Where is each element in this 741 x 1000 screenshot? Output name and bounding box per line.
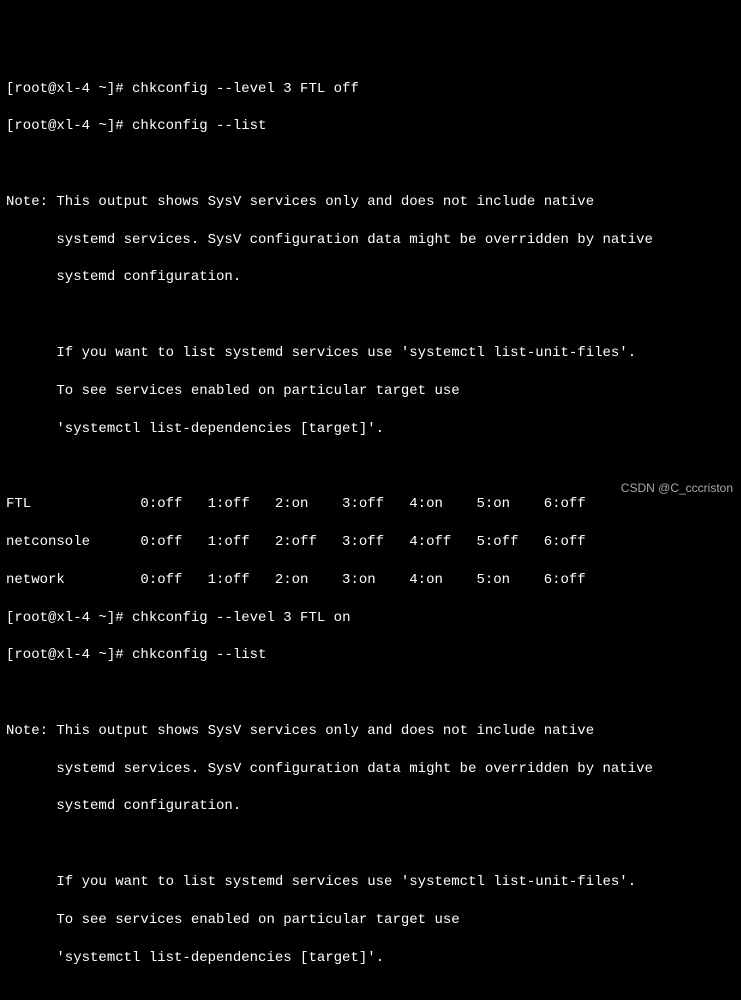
shell-prompt: [root@xl-4 ~]# [6, 610, 132, 626]
note-line: 'systemctl list-dependencies [target]'. [6, 949, 735, 968]
prompt-line-4: [root@xl-4 ~]# chkconfig --list [6, 646, 735, 665]
note-line: systemd configuration. [6, 268, 735, 287]
command-text: chkconfig --level 3 FTL off [132, 81, 359, 97]
blank-line [6, 835, 735, 854]
command-text: chkconfig --list [132, 118, 266, 134]
note-line: If you want to list systemd services use… [6, 344, 735, 363]
service-row-network: network 0:off 1:off 2:on 3:on 4:on 5:on … [6, 571, 735, 590]
shell-prompt: [root@xl-4 ~]# [6, 647, 132, 663]
prompt-line-1: [root@xl-4 ~]# chkconfig --level 3 FTL o… [6, 80, 735, 99]
blank-line [6, 457, 735, 476]
watermark-text: CSDN @C_cccriston [621, 480, 733, 496]
prompt-line-2: [root@xl-4 ~]# chkconfig --list [6, 117, 735, 136]
service-row-ftl: FTL 0:off 1:off 2:on 3:off 4:on 5:on 6:o… [6, 495, 735, 514]
shell-prompt: [root@xl-4 ~]# [6, 81, 132, 97]
note-line: systemd services. SysV configuration dat… [6, 231, 735, 250]
note-line: Note: This output shows SysV services on… [6, 193, 735, 212]
blank-line [6, 306, 735, 325]
blank-line [6, 155, 735, 174]
blank-line [6, 986, 735, 1000]
note-line: 'systemctl list-dependencies [target]'. [6, 420, 735, 439]
note-line: systemd configuration. [6, 797, 735, 816]
blank-line [6, 684, 735, 703]
prompt-line-3: [root@xl-4 ~]# chkconfig --level 3 FTL o… [6, 609, 735, 628]
note-line: systemd services. SysV configuration dat… [6, 760, 735, 779]
command-text: chkconfig --list [132, 647, 266, 663]
note-line: To see services enabled on particular ta… [6, 382, 735, 401]
note-line: If you want to list systemd services use… [6, 873, 735, 892]
shell-prompt: [root@xl-4 ~]# [6, 118, 132, 134]
note-line: Note: This output shows SysV services on… [6, 722, 735, 741]
note-line: To see services enabled on particular ta… [6, 911, 735, 930]
command-text: chkconfig --level 3 FTL on [132, 610, 350, 626]
service-row-netconsole: netconsole 0:off 1:off 2:off 3:off 4:off… [6, 533, 735, 552]
